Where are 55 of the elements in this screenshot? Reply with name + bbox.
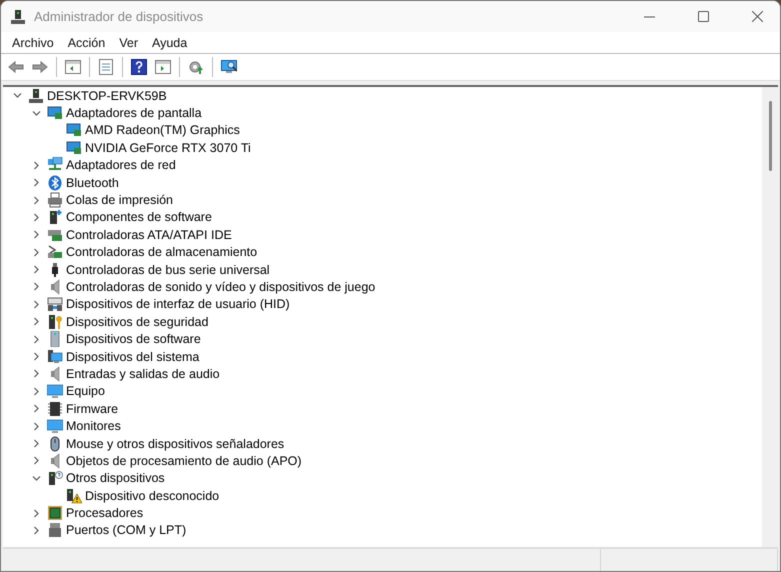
- tree-item[interactable]: Dispositivos de software: [66, 332, 201, 346]
- tree-item[interactable]: Controladoras ATA/ATAPI IDE: [66, 228, 232, 242]
- close-icon: [752, 11, 762, 22]
- computer-name[interactable]: DESKTOP-ERVK59B: [47, 88, 167, 103]
- tree-item[interactable]: Adaptadores de red: [66, 158, 176, 172]
- warning-device-icon: [66, 488, 82, 504]
- computer-icon: [10, 8, 26, 24]
- tree-item[interactable]: Controladoras de bus serie universal: [66, 262, 270, 277]
- tree-item[interactable]: Dispositivos del sistema: [66, 350, 200, 364]
- tree-item[interactable]: Entradas y salidas de audio: [66, 366, 220, 381]
- gear-arrow-icon: [188, 59, 204, 75]
- tree-item[interactable]: Controladoras de almacenamiento: [66, 245, 258, 260]
- monitor-icon: [47, 418, 63, 434]
- vertical-scrollbar[interactable]: [762, 87, 778, 547]
- tree-item[interactable]: Puertos (COM y LPT): [66, 523, 186, 538]
- system-icon: [47, 348, 63, 365]
- tree-item[interactable]: Procesadores: [66, 506, 144, 520]
- bluetooth-icon: [47, 174, 63, 191]
- tree-item[interactable]: Monitores: [66, 419, 121, 434]
- processor-icon: [47, 505, 63, 522]
- chip-icon: [47, 400, 63, 417]
- monitor-icon: [47, 383, 63, 400]
- tree-item[interactable]: Bluetooth: [66, 176, 119, 190]
- help-button[interactable]: [128, 56, 150, 78]
- tree-item[interactable]: Componentes de software: [66, 210, 212, 224]
- computer-icon: [28, 88, 44, 104]
- key-icon: [47, 314, 63, 330]
- tree-item[interactable]: Firmware: [66, 402, 118, 416]
- window-title: Administrador de dispositivos: [34, 9, 204, 24]
- tree-item[interactable]: Equipo: [66, 384, 105, 398]
- tree-item[interactable]: AMD Radeon(TM) Graphics: [85, 123, 240, 138]
- tree-item[interactable]: Mouse y otros dispositivos señaladores: [66, 436, 284, 450]
- display-adapter-icon: [66, 122, 82, 138]
- menu-item[interactable]: Ayuda: [144, 36, 194, 50]
- display-adapter-icon: [66, 140, 82, 156]
- menu-item[interactable]: Archivo: [5, 36, 61, 50]
- tree-item[interactable]: Dispositivos de interfaz de usuario (HID): [66, 297, 290, 312]
- tree-item[interactable]: Dispositivos de seguridad: [66, 314, 208, 329]
- menu-item[interactable]: Ver: [112, 36, 145, 50]
- tree-item[interactable]: NVIDIA GeForce RTX 3070 Ti: [85, 140, 251, 155]
- tree-item[interactable]: Otros dispositivos: [66, 471, 165, 486]
- tree-item[interactable]: Colas de impresión: [66, 193, 173, 208]
- software-component-icon: [47, 209, 63, 226]
- menu-item[interactable]: Acción: [60, 36, 112, 50]
- keyboard-icon: [47, 296, 63, 312]
- tree-item[interactable]: Objetos de procesamiento de audio (APO): [66, 454, 302, 468]
- tree-item[interactable]: Controladoras de sonido y vídeo y dispositivos de juego: [66, 280, 376, 294]
- unknown-device-icon: [47, 470, 63, 486]
- port-icon: [47, 522, 63, 538]
- maximize-icon: [698, 11, 708, 22]
- tree-item[interactable]: Adaptadores de pantalla: [66, 106, 202, 120]
- printer-icon: [47, 192, 63, 208]
- display-adapter-icon: [47, 105, 63, 122]
- tree-item[interactable]: Dispositivo desconocido: [85, 488, 220, 503]
- storage-controller-icon: [47, 244, 63, 260]
